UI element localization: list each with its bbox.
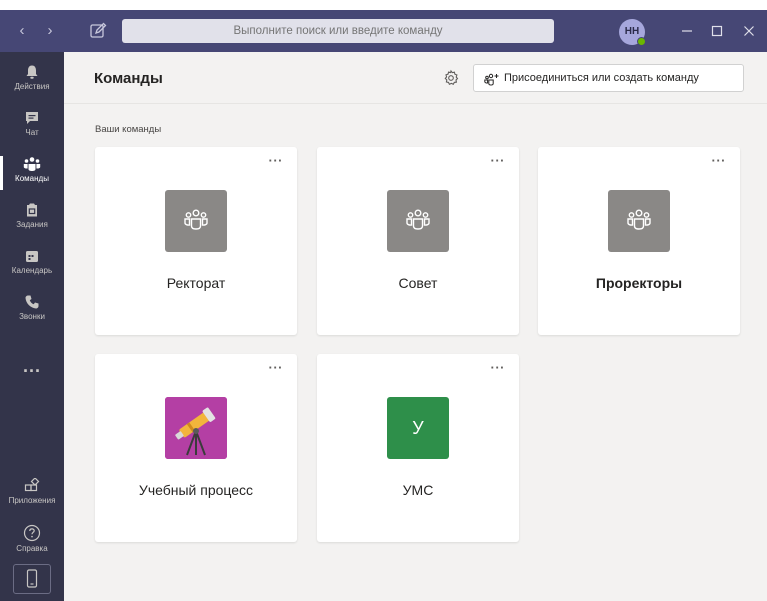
title-bar: ‹ › НН xyxy=(0,10,767,52)
team-name: Учебный процесс xyxy=(138,482,254,498)
apps-icon xyxy=(24,478,40,492)
join-button-label: Присоединиться или создать команду xyxy=(504,72,699,84)
join-or-create-team-button[interactable]: Присоединиться или создать команду xyxy=(473,64,744,92)
rail-item-activity[interactable]: Действия xyxy=(0,58,64,104)
rail-item-calls[interactable]: Звонки xyxy=(0,288,64,334)
team-avatar xyxy=(165,397,227,459)
rail-item-assignments[interactable]: Задания xyxy=(0,196,64,242)
bell-icon xyxy=(26,65,38,79)
team-card-council[interactable]: ··· Совет xyxy=(317,147,519,335)
settings-gear-icon[interactable] xyxy=(442,69,460,87)
team-icon xyxy=(406,209,430,230)
team-name: Ректорат xyxy=(166,275,226,291)
chat-icon xyxy=(26,112,38,124)
team-card-vice-rectors[interactable]: ··· Проректоры xyxy=(538,147,740,335)
device-button[interactable] xyxy=(13,564,51,594)
assignments-icon xyxy=(27,203,37,217)
maximize-button[interactable] xyxy=(708,22,726,40)
search-input[interactable] xyxy=(122,19,554,43)
rail-item-apps[interactable]: Приложения xyxy=(0,472,64,518)
add-team-icon xyxy=(484,71,500,86)
rail-label: Команды xyxy=(15,174,49,183)
page-title: Команды xyxy=(94,70,163,87)
more-options-icon[interactable]: ··· xyxy=(491,153,506,168)
team-icon xyxy=(627,209,651,230)
team-icon xyxy=(184,209,208,230)
compose-icon[interactable] xyxy=(88,21,108,41)
phone-icon xyxy=(25,295,39,309)
team-name: УМС xyxy=(402,482,434,498)
team-avatar xyxy=(165,190,227,252)
rail-label: Календарь xyxy=(11,266,53,275)
team-avatar xyxy=(608,190,670,252)
rail-label: Приложения xyxy=(8,496,56,505)
teams-app: ‹ › НН Действия Чат Команды xyxy=(0,10,767,601)
minimize-button[interactable] xyxy=(678,22,696,40)
team-avatar xyxy=(387,190,449,252)
team-avatar-letter: У xyxy=(387,397,449,459)
rail-item-teams[interactable]: Команды xyxy=(0,150,64,196)
teams-icon xyxy=(23,157,41,171)
forward-button[interactable]: › xyxy=(42,22,58,40)
rail-item-chat[interactable]: Чат xyxy=(0,104,64,150)
rail-label: Чат xyxy=(25,128,39,137)
more-options-icon[interactable]: ··· xyxy=(269,360,284,375)
back-button[interactable]: ‹ xyxy=(14,22,30,40)
help-icon xyxy=(23,524,41,542)
section-label: Ваши команды xyxy=(95,124,162,135)
rail-item-help[interactable]: Справка xyxy=(0,518,64,564)
more-options-icon[interactable]: ··· xyxy=(269,153,284,168)
more-options-icon[interactable]: ··· xyxy=(491,360,506,375)
page-header: Команды Присоединиться или создать коман… xyxy=(64,52,767,104)
rail-label: Задания xyxy=(16,220,48,229)
calendar-icon xyxy=(26,251,38,262)
rail-item-calendar[interactable]: Календарь xyxy=(0,242,64,288)
left-rail: Действия Чат Команды Задания Календарь З… xyxy=(0,52,64,601)
close-button[interactable] xyxy=(740,22,758,40)
rail-more-icon[interactable]: ... xyxy=(0,356,64,377)
rail-label: Справка xyxy=(16,544,48,553)
presence-status-icon xyxy=(637,37,646,46)
team-card-study-process[interactable]: ··· Учебный процесс xyxy=(95,354,297,542)
team-card-rectorate[interactable]: ··· Ректорат xyxy=(95,147,297,335)
more-options-icon[interactable]: ··· xyxy=(712,153,727,168)
phone-device-icon xyxy=(26,569,38,588)
telescope-icon xyxy=(165,397,227,459)
team-name: Проректоры xyxy=(595,275,683,291)
team-name: Совет xyxy=(398,275,438,291)
team-card-ums[interactable]: ··· У УМС xyxy=(317,354,519,542)
rail-label: Действия xyxy=(14,82,50,91)
rail-label: Звонки xyxy=(19,312,45,321)
